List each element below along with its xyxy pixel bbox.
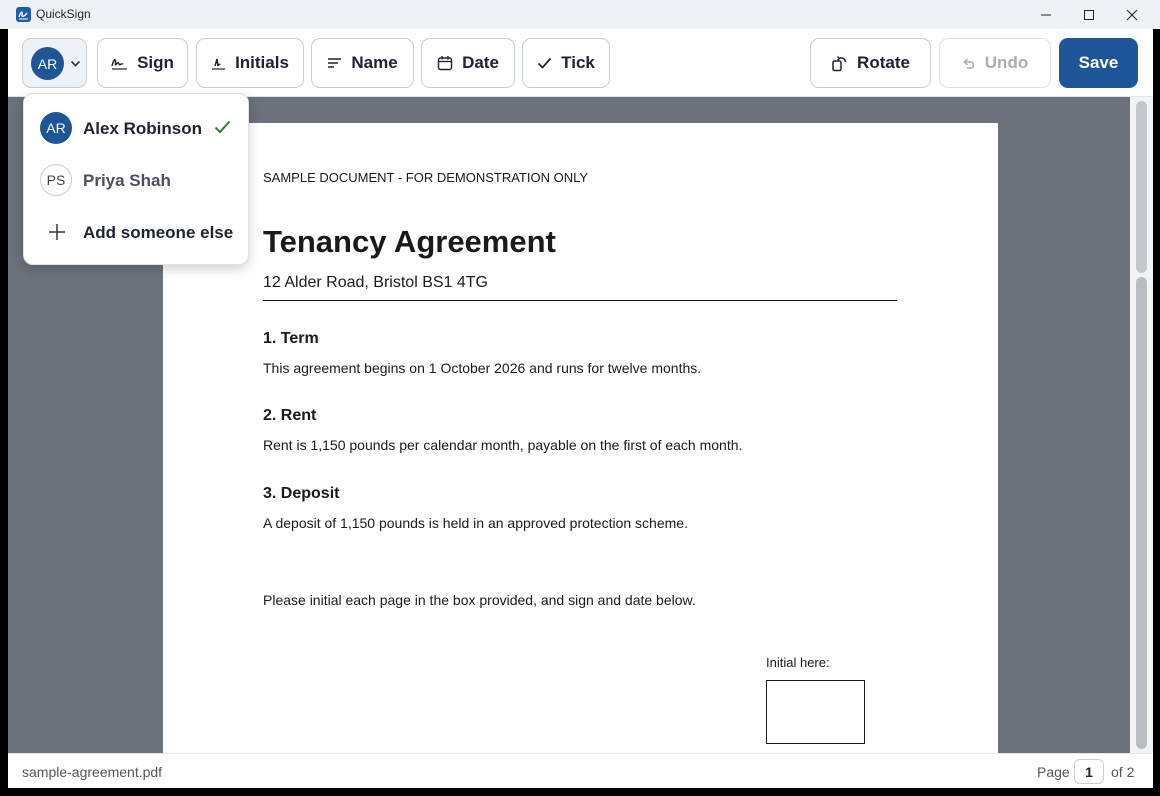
- initials-label: Initials: [235, 53, 289, 72]
- chevron-down-icon: [70, 60, 81, 67]
- user-menu-item-alex[interactable]: AR Alex Robinson: [24, 104, 250, 152]
- checkmark-icon: [214, 120, 231, 134]
- avatar: PS: [40, 164, 72, 196]
- section-heading: 2. Rent: [263, 407, 317, 424]
- app-window: AR Sign Initials Name Date Tick Rotate U…: [8, 29, 1153, 788]
- app-title: QuickSign: [36, 7, 91, 21]
- title-divider: [263, 300, 897, 301]
- text-lines-icon: [327, 57, 342, 69]
- section-body: A deposit of 1,150 pounds is held in an …: [263, 515, 688, 531]
- section-heading: 3. Deposit: [263, 485, 340, 502]
- add-someone-button[interactable]: Add someone else: [24, 208, 250, 256]
- minimize-icon: [1041, 14, 1051, 15]
- rotate-label: Rotate: [857, 53, 910, 72]
- save-button[interactable]: Save: [1059, 38, 1138, 88]
- checkmark-icon: [537, 57, 552, 69]
- maximize-button[interactable]: [1067, 0, 1111, 29]
- undo-label: Undo: [984, 53, 1029, 72]
- file-name: sample-agreement.pdf: [22, 764, 163, 780]
- avatar: AR: [40, 112, 72, 144]
- initial-box[interactable]: [766, 680, 865, 744]
- plus-icon: [49, 224, 65, 240]
- user-name: Alex Robinson: [83, 119, 203, 138]
- app-logo-icon: [16, 7, 31, 22]
- document-page[interactable]: SAMPLE DOCUMENT - FOR DEMONSTRATION ONLY…: [163, 123, 998, 753]
- signing-instruction: Please initial each page in the box prov…: [263, 592, 696, 608]
- tick-button[interactable]: Tick: [522, 38, 610, 88]
- signature-icon: [111, 56, 128, 70]
- toolbar: AR Sign Initials Name Date Tick Rotate U…: [8, 29, 1153, 97]
- section-body: This agreement begins on 1 October 2026 …: [263, 360, 702, 376]
- user-name: Priya Shah: [83, 171, 171, 190]
- user-menu: AR Alex Robinson PS Priya Shah Add someo…: [23, 93, 249, 265]
- date-button[interactable]: Date: [421, 38, 515, 88]
- user-menu-item-priya[interactable]: PS Priya Shah: [24, 156, 250, 204]
- section-body: Rent is 1,150 pounds per calendar month,…: [263, 437, 743, 453]
- undo-button[interactable]: Undo: [939, 38, 1051, 88]
- close-button[interactable]: [1110, 0, 1154, 29]
- status-bar: sample-agreement.pdf Page 1 of 2: [8, 753, 1153, 788]
- document-address: 12 Alder Road, Bristol BS1 4TG: [263, 274, 488, 291]
- calendar-icon: [437, 55, 453, 71]
- scrollbar-track[interactable]: [1136, 277, 1147, 749]
- add-someone-label: Add someone else: [83, 223, 234, 242]
- minimize-button[interactable]: [1024, 0, 1068, 29]
- tick-label: Tick: [561, 53, 595, 72]
- name-button[interactable]: Name: [311, 38, 414, 88]
- page-number-input[interactable]: 1: [1074, 759, 1104, 784]
- avatar: AR: [31, 47, 64, 80]
- page-total: of 2: [1111, 764, 1135, 780]
- vertical-scrollbar[interactable]: [1130, 97, 1153, 753]
- maximize-icon: [1084, 9, 1094, 20]
- title-bar: QuickSign: [0, 0, 1160, 29]
- user-switcher-button[interactable]: AR: [22, 38, 87, 88]
- section-heading: 1. Term: [263, 330, 319, 347]
- name-label: Name: [351, 53, 398, 72]
- undo-icon: [962, 57, 976, 70]
- document-title: Tenancy Agreement: [263, 224, 556, 259]
- page-label: Page: [1037, 764, 1070, 780]
- sign-button[interactable]: Sign: [97, 38, 188, 88]
- rotate-icon: [831, 55, 848, 72]
- initials-button[interactable]: Initials: [196, 38, 304, 88]
- initial-label: Initial here:: [766, 655, 830, 670]
- document-header-note: SAMPLE DOCUMENT - FOR DEMONSTRATION ONLY: [263, 170, 589, 185]
- close-icon: [1126, 9, 1138, 20]
- sign-label: Sign: [137, 53, 174, 72]
- rotate-button[interactable]: Rotate: [810, 38, 931, 88]
- scrollbar-thumb[interactable]: [1136, 101, 1147, 273]
- date-label: Date: [462, 53, 499, 72]
- initials-icon: [211, 56, 226, 70]
